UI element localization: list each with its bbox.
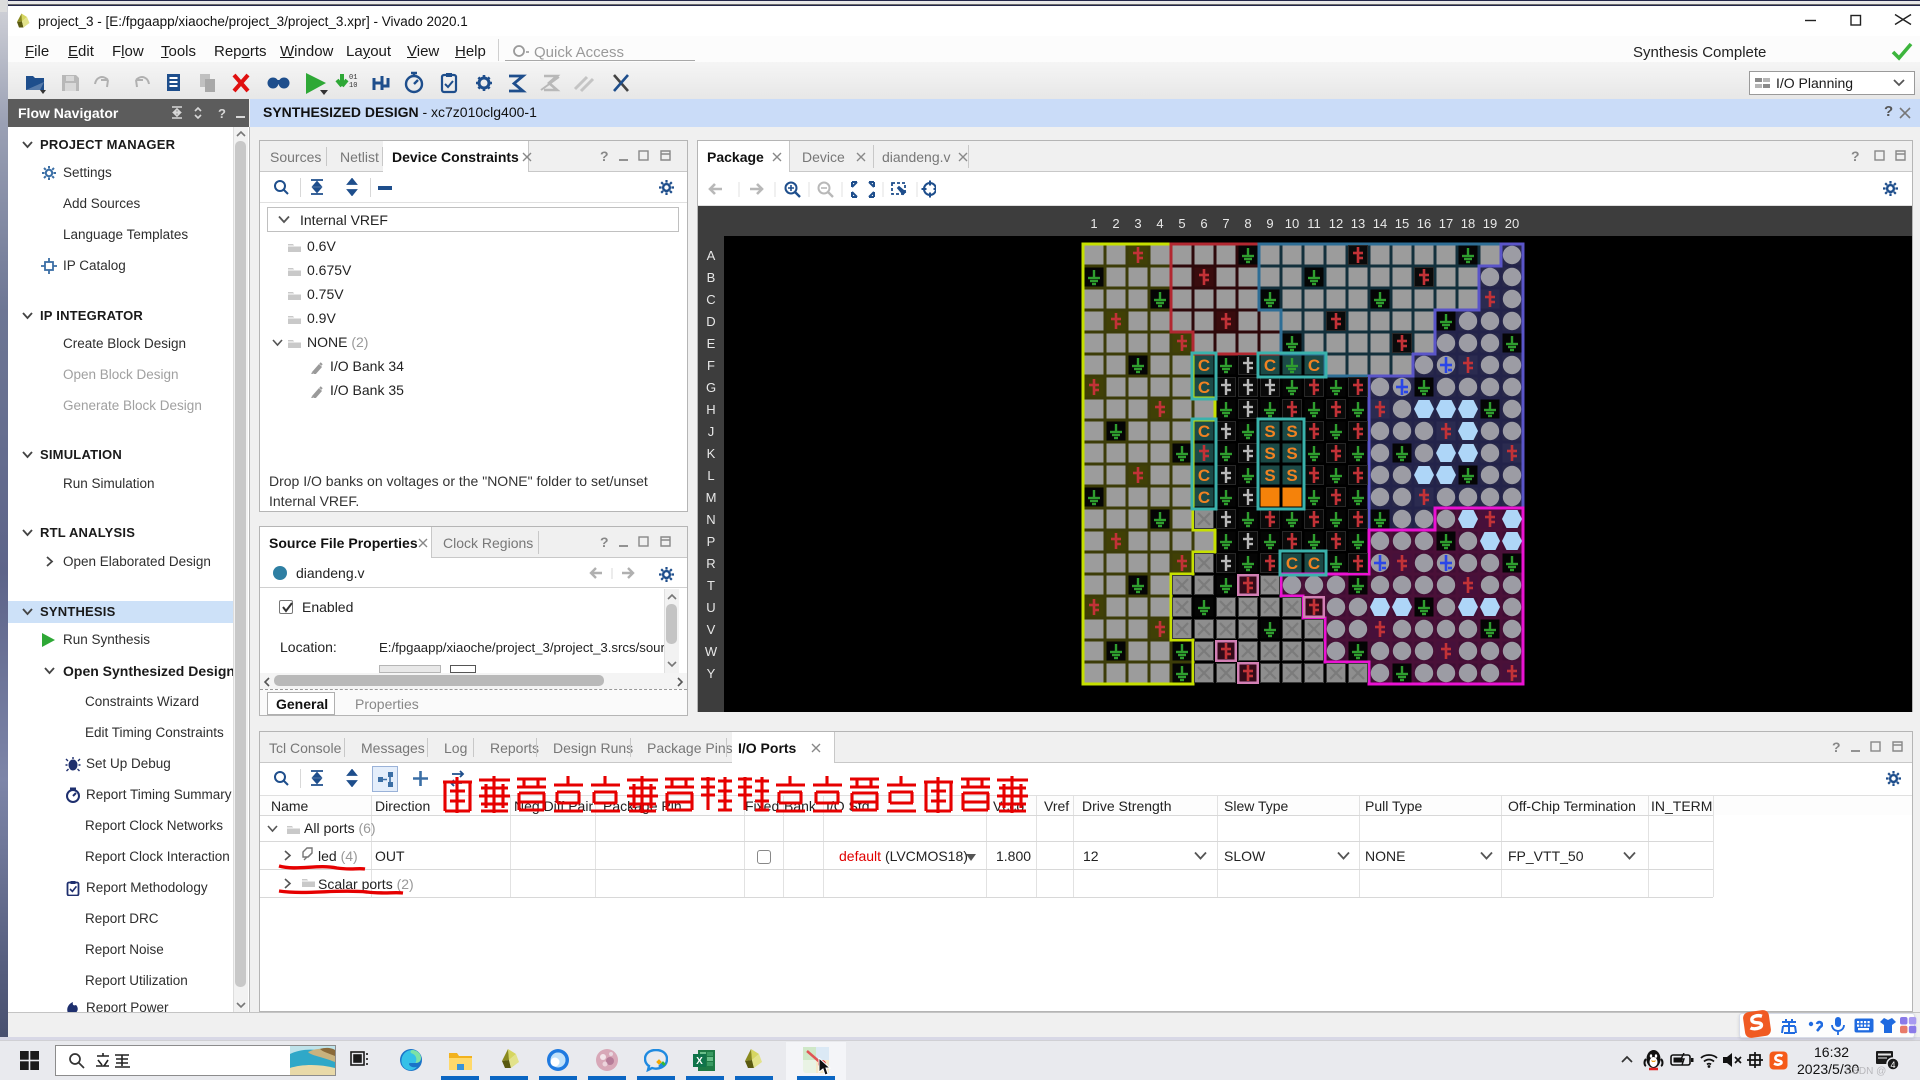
svg-text:4: 4 bbox=[1890, 1060, 1895, 1070]
svg-text:3: 3 bbox=[1134, 216, 1141, 231]
svg-text:K: K bbox=[707, 446, 716, 461]
svg-text:10: 10 bbox=[349, 82, 357, 90]
svg-text:14: 14 bbox=[1373, 216, 1387, 231]
svg-text:12: 12 bbox=[1329, 216, 1343, 231]
svg-text:19: 19 bbox=[1483, 216, 1497, 231]
svg-text:V: V bbox=[707, 622, 716, 637]
svg-text:18: 18 bbox=[1461, 216, 1475, 231]
svg-text:L: L bbox=[707, 468, 714, 483]
svg-text:2: 2 bbox=[1112, 216, 1119, 231]
svg-text:N: N bbox=[706, 512, 715, 527]
svg-text:16: 16 bbox=[1417, 216, 1431, 231]
svg-text:S: S bbox=[1286, 444, 1297, 463]
svg-text:13: 13 bbox=[1351, 216, 1365, 231]
svg-text:8: 8 bbox=[1244, 216, 1251, 231]
svg-text:S: S bbox=[1286, 422, 1297, 441]
svg-text:6: 6 bbox=[1200, 216, 1207, 231]
svg-text:C: C bbox=[1198, 466, 1210, 485]
svg-text:U: U bbox=[706, 600, 715, 615]
svg-text:C: C bbox=[1198, 378, 1210, 397]
svg-text:10: 10 bbox=[1285, 216, 1299, 231]
svg-text:7: 7 bbox=[1222, 216, 1229, 231]
svg-text:B: B bbox=[707, 270, 716, 285]
svg-text:R: R bbox=[706, 556, 715, 571]
svg-text:S: S bbox=[1286, 466, 1297, 485]
svg-text:S: S bbox=[1264, 422, 1275, 441]
svg-text:20: 20 bbox=[1505, 216, 1519, 231]
svg-text:Y: Y bbox=[707, 666, 716, 681]
svg-text:C: C bbox=[1198, 422, 1210, 441]
svg-text:F: F bbox=[707, 358, 715, 373]
svg-text:C: C bbox=[1264, 356, 1276, 375]
svg-text:C: C bbox=[1286, 554, 1298, 573]
svg-text:J: J bbox=[708, 424, 715, 439]
svg-text:5: 5 bbox=[1178, 216, 1185, 231]
svg-text:G: G bbox=[706, 380, 716, 395]
svg-text:S: S bbox=[1264, 444, 1275, 463]
svg-text:17: 17 bbox=[1439, 216, 1453, 231]
svg-text:E: E bbox=[707, 336, 716, 351]
svg-text:M: M bbox=[706, 490, 717, 505]
svg-text:P: P bbox=[707, 534, 716, 549]
svg-text:?: ? bbox=[218, 106, 226, 120]
svg-text:9: 9 bbox=[1266, 216, 1273, 231]
svg-text:C: C bbox=[1308, 356, 1320, 375]
svg-text:W: W bbox=[705, 644, 718, 659]
svg-text:C: C bbox=[1198, 356, 1210, 375]
svg-text:T: T bbox=[707, 578, 715, 593]
svg-text:01: 01 bbox=[349, 74, 357, 82]
svg-text:S: S bbox=[1264, 466, 1275, 485]
svg-text:X: X bbox=[696, 1056, 703, 1067]
svg-text:D: D bbox=[706, 314, 715, 329]
svg-text:11: 11 bbox=[1307, 216, 1321, 231]
svg-text:1: 1 bbox=[1090, 216, 1097, 231]
svg-text:H: H bbox=[706, 402, 715, 417]
svg-text:A: A bbox=[707, 248, 716, 263]
svg-text:15: 15 bbox=[1395, 216, 1409, 231]
svg-text:C: C bbox=[706, 292, 715, 307]
svg-text:C: C bbox=[1308, 554, 1320, 573]
svg-text:C: C bbox=[1198, 488, 1210, 507]
svg-text:4: 4 bbox=[1156, 216, 1163, 231]
